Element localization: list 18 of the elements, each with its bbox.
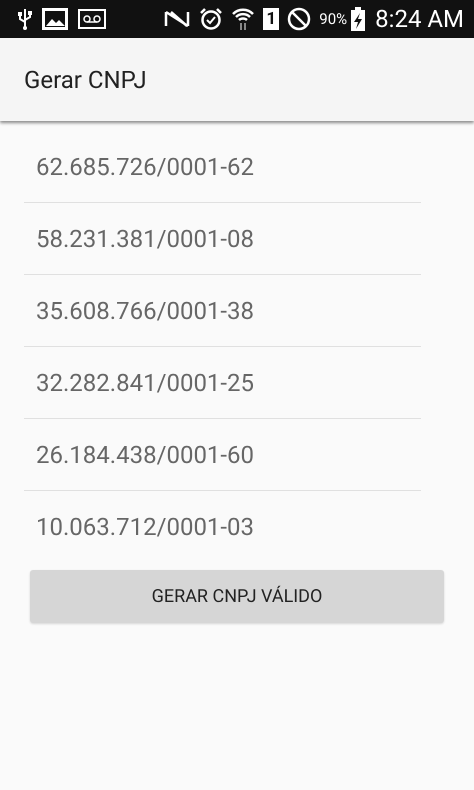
cnpj-item[interactable]: 58.231.381/0001-08: [24, 203, 421, 275]
cnpj-item[interactable]: 35.608.766/0001-38: [24, 275, 421, 347]
usb-icon: [18, 8, 32, 30]
wifi-icon: [231, 7, 256, 31]
blocked-icon: [287, 7, 312, 31]
sim-icon: 1: [263, 8, 280, 30]
battery-percent: 90%: [319, 10, 348, 28]
clock-time: 8:24 AM: [375, 5, 464, 33]
cnpj-item[interactable]: 26.184.438/0001-60: [24, 419, 421, 491]
cnpj-item[interactable]: 10.063.712/0001-03: [24, 491, 421, 562]
cnpj-item[interactable]: 62.685.726/0001-62: [24, 131, 421, 203]
generate-button[interactable]: GERAR CNPJ VÁLIDO: [30, 570, 444, 623]
battery-charging-icon: [351, 7, 366, 31]
alarm-icon: [199, 7, 224, 31]
image-icon: [42, 8, 68, 30]
app-title: Gerar CNPJ: [24, 66, 147, 94]
voicemail-icon: [78, 9, 106, 29]
cnpj-item[interactable]: 32.282.841/0001-25: [24, 347, 421, 419]
